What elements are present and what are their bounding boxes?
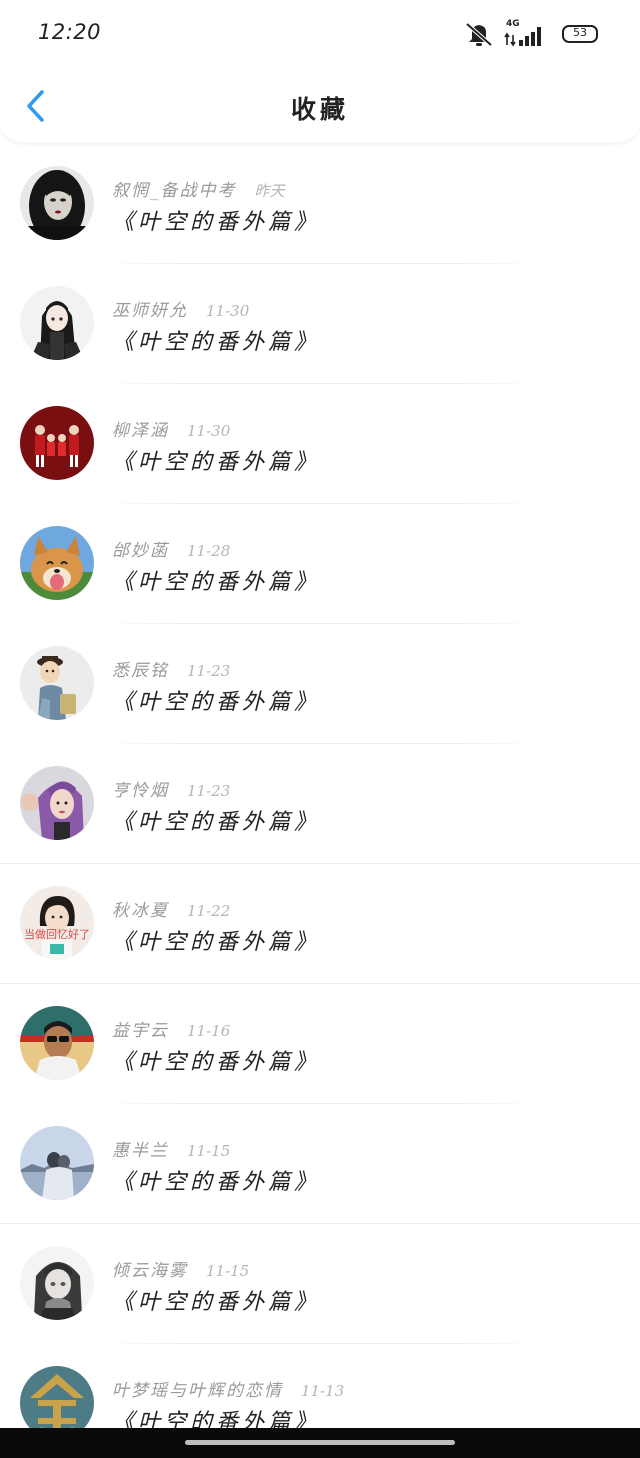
author-name: 巫师妍允 [112,301,188,321]
avatar [20,526,94,600]
item-meta: 惠半兰 11-15 [112,1136,231,1161]
work-title: 《叶空的番外篇》 [112,450,321,475]
status-bar: 12:20 4G 53 [0,0,640,66]
item-meta: 秋冰夏 11-22 [112,896,231,921]
family-red-avatar [20,406,94,480]
item-date: 11-23 [187,782,231,800]
item-meta: 邰妙菡 11-28 [112,536,231,561]
status-icons: 4G 53 [464,19,598,48]
list-item[interactable]: 益宇云 11-16 《叶空的番外篇》 [0,984,640,1104]
sunglasses-man-avatar [20,1006,94,1080]
work-title: 《叶空的番外篇》 [112,1170,321,1195]
work-title: 《叶空的番外篇》 [112,210,321,235]
page-title: 收藏 [290,95,349,124]
gray-anime-girl-avatar [20,1246,94,1320]
avatar [20,1246,94,1320]
list-item[interactable]: 邰妙菡 11-28 《叶空的番外篇》 [0,504,640,624]
item-meta: 倾云海雾 11-15 [112,1256,250,1281]
list-item[interactable]: 叙惘_备战中考 昨天 《叶空的番外篇》 [0,144,640,264]
avatar: 当做回忆好了 [20,886,94,960]
item-meta: 亨怜烟 11-23 [112,776,231,801]
author-name: 邰妙菡 [112,541,169,561]
author-name: 惠半兰 [112,1141,169,1161]
author-name: 叶梦瑶与叶辉的恋情 [112,1381,283,1401]
purple-hair-girl-avatar [20,766,94,840]
list-item[interactable]: 亨怜烟 11-23 《叶空的番外篇》 [0,744,640,864]
item-meta: 巫师妍允 11-30 [112,296,250,321]
nav-bar: 收藏 [0,66,640,142]
system-navigation-bar [0,1428,640,1458]
author-name: 秋冰夏 [112,901,169,921]
status-time: 12:20 [38,20,102,44]
item-meta: 柳泽涵 11-30 [112,416,231,441]
work-title: 《叶空的番外篇》 [112,330,321,355]
work-title: 《叶空的番外篇》 [112,1290,321,1315]
home-indicator[interactable] [185,1440,455,1445]
signal-indicator: 4G [504,19,546,47]
anime-girl-avatar [20,286,94,360]
item-date: 11-16 [187,1022,231,1040]
item-date: 11-13 [301,1382,345,1400]
list-item[interactable]: 惠半兰 11-15 《叶空的番外篇》 [0,1104,640,1224]
item-date: 昨天 [254,182,285,200]
screen: 12:20 4G 53 收藏 叙惘_备战中考 昨天 《叶空的番外篇》 巫师妍允 … [0,0,640,1458]
author-name: 叙惘_备战中考 [112,181,237,201]
item-date: 11-22 [187,902,231,920]
author-name: 益宇云 [112,1021,169,1041]
short-hair-girl-avatar: 当做回忆好了 [20,886,94,960]
list-item[interactable]: 巫师妍允 11-30 《叶空的番外篇》 [0,264,640,384]
battery-level: 53 [573,26,587,39]
author-name: 倾云海雾 [112,1261,188,1281]
item-date: 11-28 [187,542,231,560]
author-name: 亨怜烟 [112,781,169,801]
header: 12:20 4G 53 收藏 [0,0,640,142]
list-item[interactable]: 当做回忆好了 秋冰夏 11-22 《叶空的番外篇》 [0,864,640,984]
list-item[interactable]: 柳泽涵 11-30 《叶空的番外篇》 [0,384,640,504]
shiba-dog-avatar [20,526,94,600]
item-meta: 益宇云 11-16 [112,1016,231,1041]
item-date: 11-15 [206,1262,250,1280]
author-name: 柳泽涵 [112,421,169,441]
signal-icon [504,27,541,47]
item-date: 11-30 [187,422,231,440]
author-name: 悉辰铭 [112,661,169,681]
work-title: 《叶空的番外篇》 [112,1050,321,1075]
item-meta: 叶梦瑶与叶辉的恋情 11-13 [112,1376,345,1401]
work-title: 《叶空的番外篇》 [112,810,321,835]
list-item[interactable]: 悉辰铭 11-23 《叶空的番外篇》 [0,624,640,744]
battery-icon: 53 [562,25,598,43]
item-meta: 悉辰铭 11-23 [112,656,231,681]
work-title: 《叶空的番外篇》 [112,570,321,595]
avatar [20,406,94,480]
avatar [20,286,94,360]
avatar [20,166,94,240]
cartoon-boy-avatar [20,646,94,720]
work-title: 《叶空的番外篇》 [112,690,321,715]
avatar [20,1126,94,1200]
item-meta: 叙惘_备战中考 昨天 [112,176,285,201]
item-date: 11-23 [187,662,231,680]
favorites-list: 叙惘_备战中考 昨天 《叶空的番外篇》 巫师妍允 11-30 《叶空的番外篇》 … [0,144,640,1458]
avatar [20,646,94,720]
item-date: 11-15 [187,1142,231,1160]
avatar-overlay-text: 当做回忆好了 [24,927,90,941]
avatar [20,1006,94,1080]
work-title: 《叶空的番外篇》 [112,930,321,955]
list-item[interactable]: 倾云海雾 11-15 《叶空的番外篇》 [0,1224,640,1344]
avatar [20,766,94,840]
couple-lake-avatar [20,1126,94,1200]
item-date: 11-30 [206,302,250,320]
dark-haired-girl-avatar [20,166,94,240]
mute-icon [465,22,493,47]
